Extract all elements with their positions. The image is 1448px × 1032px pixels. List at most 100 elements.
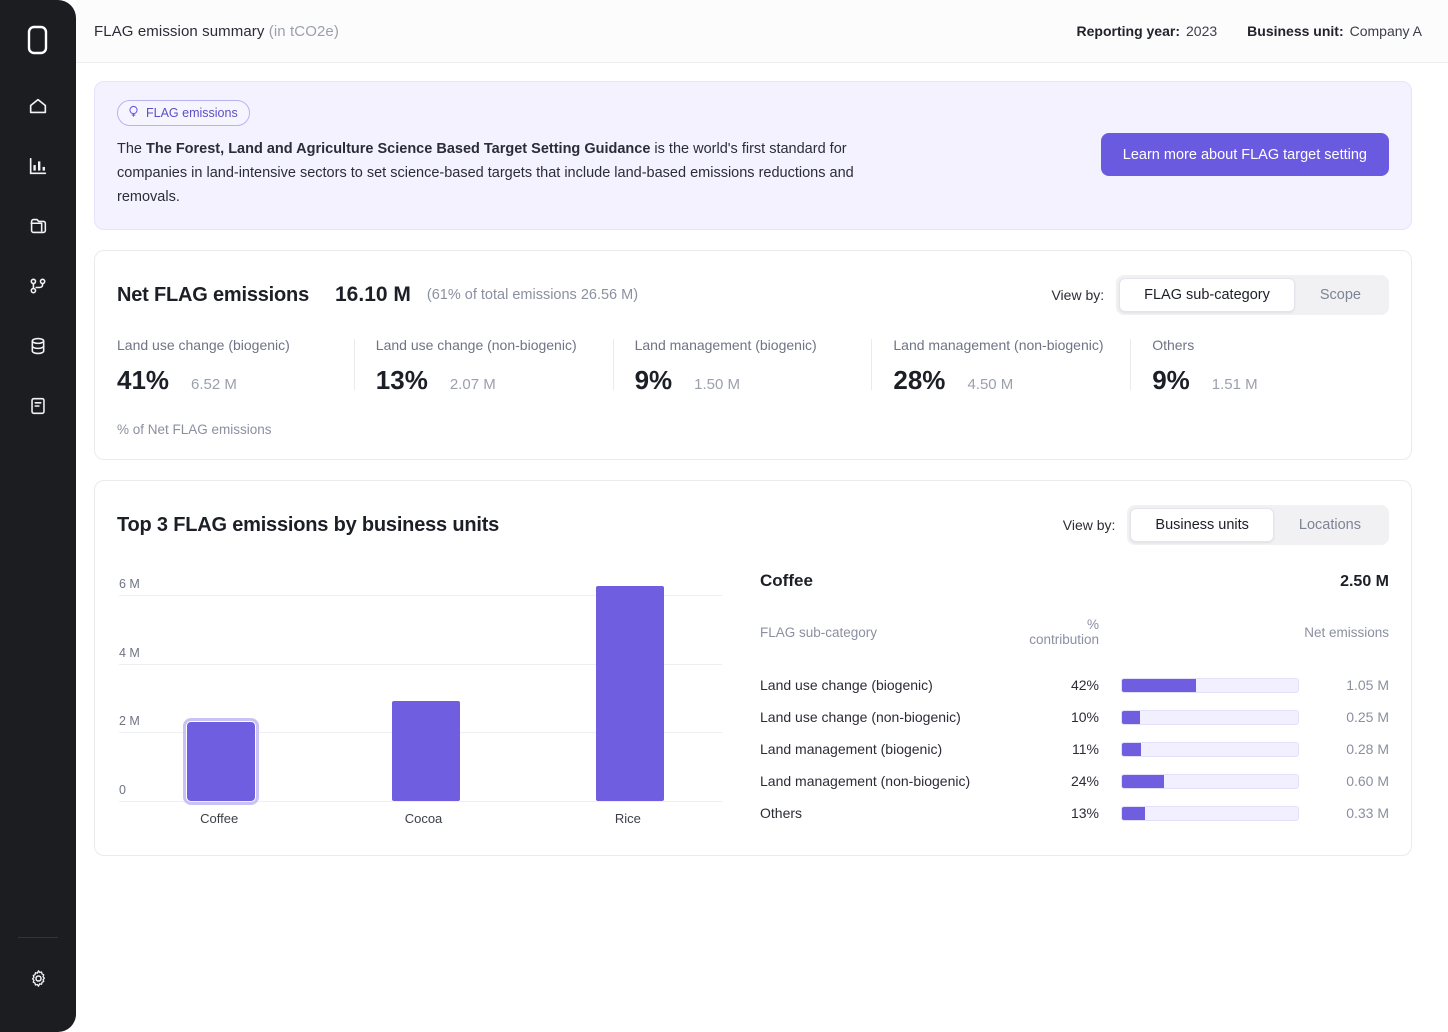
kpi-label: Land use change (biogenic) <box>117 337 338 353</box>
detail-table: FLAG sub-category % contribution Net emi… <box>760 607 1389 829</box>
column-header-net-emissions: Net emissions <box>1299 607 1389 669</box>
row-label: Land management (non-biogenic) <box>760 765 1029 797</box>
table-body: Land use change (biogenic)42%1.05 MLand … <box>760 669 1389 829</box>
progress-fill <box>1122 775 1164 788</box>
chart-bar-rice[interactable] <box>596 586 664 801</box>
progress-track <box>1121 806 1299 821</box>
net-card-viewby: View by: FLAG sub-category Scope <box>1051 275 1389 315</box>
row-percent: 42% <box>1029 669 1099 701</box>
row-label: Land management (biogenic) <box>760 733 1029 765</box>
kpi-footnote: % of Net FLAG emissions <box>117 422 1389 437</box>
app-root: FLAG emission summary (in tCO2e) Reporti… <box>0 0 1448 1032</box>
row-progress <box>1099 701 1299 733</box>
sidebar-item-analytics[interactable] <box>16 146 60 186</box>
progress-track <box>1121 742 1299 757</box>
top3-card-header: Top 3 FLAG emissions by business units V… <box>117 505 1389 545</box>
column-header-subcategory: FLAG sub-category <box>760 607 1029 669</box>
row-net-emissions: 0.25 M <box>1299 701 1389 733</box>
row-progress <box>1099 765 1299 797</box>
tab-scope[interactable]: Scope <box>1295 278 1386 312</box>
kpi-percent: 41% <box>117 365 169 396</box>
kpi-label: Land management (biogenic) <box>635 337 856 353</box>
main-area: FLAG emission summary (in tCO2e) Reporti… <box>76 0 1448 1032</box>
banner-text-bold: The Forest, Land and Agriculture Science… <box>146 141 650 157</box>
row-percent: 11% <box>1029 733 1099 765</box>
banner-text-line2: land-intensive sectors to set science-ba… <box>117 165 854 205</box>
sidebar <box>0 0 76 1032</box>
banner-description: The The Forest, Land and Agriculture Sci… <box>117 137 917 209</box>
kpi-land-use-change-non-biogenic: Land use change (non-biogenic) 13% 2.07 … <box>354 337 613 396</box>
learn-more-button[interactable]: Learn more about FLAG target setting <box>1101 133 1389 176</box>
table-row[interactable]: Land management (biogenic)11% 0.28 M <box>760 733 1389 765</box>
kpi-land-use-change-biogenic: Land use change (biogenic) 41% 6.52 M <box>117 337 354 396</box>
bar-chart-icon <box>27 155 49 177</box>
sidebar-item-data[interactable] <box>16 326 60 366</box>
net-viewby-label: View by: <box>1051 287 1104 303</box>
database-icon <box>27 335 49 357</box>
top-bar-meta: Reporting year: 2023 Business unit: Compan… <box>1077 23 1422 39</box>
net-card-subtext: (61% of total emissions 26.56 M) <box>427 287 638 303</box>
row-label: Land use change (non-biogenic) <box>760 701 1029 733</box>
net-card-title: Net FLAG emissions <box>117 284 309 307</box>
row-progress <box>1099 669 1299 701</box>
progress-fill <box>1122 711 1140 724</box>
reporting-year-value: 2023 <box>1186 23 1217 39</box>
bar-chart-panel: 02 M4 M6 M CoffeeCocoaRice <box>117 571 732 833</box>
chart-plot-area <box>119 571 722 801</box>
net-card-value: 16.10 M <box>335 283 411 307</box>
table-header-row: FLAG sub-category % contribution Net emi… <box>760 607 1389 669</box>
row-progress <box>1099 733 1299 765</box>
chart-bar-cocoa[interactable] <box>392 701 460 801</box>
tab-business-units[interactable]: Business units <box>1130 508 1274 542</box>
row-percent: 10% <box>1029 701 1099 733</box>
column-header-bar <box>1099 607 1299 669</box>
kpi-label: Others <box>1152 337 1373 353</box>
banner-text-prefix: The <box>117 141 146 157</box>
sidebar-item-reports[interactable] <box>16 386 60 426</box>
tab-locations[interactable]: Locations <box>1274 508 1386 542</box>
chart-gridline <box>119 801 722 802</box>
table-row[interactable]: Land use change (biogenic)42%1.05 M <box>760 669 1389 701</box>
sidebar-item-projects[interactable] <box>16 206 60 246</box>
row-label: Land use change (biogenic) <box>760 669 1029 701</box>
bar-chart[interactable]: 02 M4 M6 M <box>119 571 732 801</box>
reporting-year-label: Reporting year: <box>1077 23 1180 39</box>
kpi-percent: 13% <box>376 365 428 396</box>
kpi-percent: 28% <box>893 365 945 396</box>
kpi-land-management-non-biogenic: Land management (non-biogenic) 28% 4.50 … <box>871 337 1130 396</box>
row-net-emissions: 0.28 M <box>1299 733 1389 765</box>
kpi-others: Others 9% 1.51 M <box>1130 337 1389 396</box>
app-logo-icon[interactable] <box>16 18 60 62</box>
table-row[interactable]: Others13%0.33 M <box>760 797 1389 829</box>
table-row[interactable]: Land management (non-biogenic)24%0.60 M <box>760 765 1389 797</box>
kpi-absolute: 1.51 M <box>1212 376 1258 393</box>
chart-and-detail: 02 M4 M6 M CoffeeCocoaRice Coffee 2.50 M <box>117 571 1389 833</box>
page-title: FLAG emission summary (in tCO2e) <box>94 23 339 40</box>
business-unit-value: Company A <box>1350 23 1422 39</box>
chart-x-label: Coffee <box>200 811 238 826</box>
kpi-absolute: 4.50 M <box>967 376 1013 393</box>
top3-card-title: Top 3 FLAG emissions by business units <box>117 514 499 537</box>
business-unit-label: Business unit: <box>1247 23 1343 39</box>
kpi-absolute: 2.07 M <box>450 376 496 393</box>
chart-bar-coffee[interactable] <box>187 722 255 801</box>
kpi-absolute: 1.50 M <box>694 376 740 393</box>
kpi-row: Land use change (biogenic) 41% 6.52 M La… <box>117 337 1389 396</box>
kpi-land-management-biogenic: Land management (biogenic) 9% 1.50 M <box>613 337 872 396</box>
git-branch-icon <box>27 275 49 297</box>
top3-emissions-card: Top 3 FLAG emissions by business units V… <box>94 480 1412 856</box>
sidebar-item-home[interactable] <box>16 86 60 126</box>
kpi-label: Land management (non-biogenic) <box>893 337 1114 353</box>
row-percent: 13% <box>1029 797 1099 829</box>
progress-fill <box>1122 807 1145 820</box>
sidebar-item-workflows[interactable] <box>16 266 60 306</box>
flag-info-banner: FLAG emissions The The Forest, Land and … <box>94 81 1412 230</box>
detail-header: Coffee 2.50 M <box>760 571 1389 607</box>
table-row[interactable]: Land use change (non-biogenic)10% 0.25 M <box>760 701 1389 733</box>
chart-x-label: Rice <box>615 811 641 826</box>
status-badge: FLAG emissions <box>117 100 250 126</box>
tab-flag-sub-category[interactable]: FLAG sub-category <box>1119 278 1295 312</box>
reporting-year: Reporting year: 2023 <box>1077 23 1218 39</box>
sidebar-item-settings[interactable] <box>16 958 60 998</box>
top-bar: FLAG emission summary (in tCO2e) Reporti… <box>76 0 1448 63</box>
